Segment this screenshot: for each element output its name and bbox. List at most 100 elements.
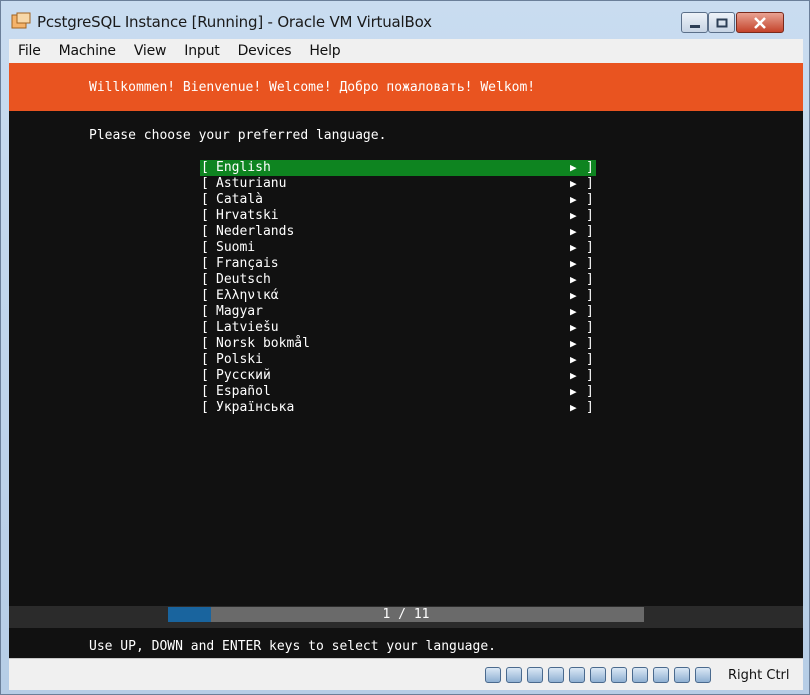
- language-option[interactable]: [ Latviešu ▶]: [200, 320, 596, 336]
- bracket-close: ]: [586, 288, 594, 303]
- language-name: Magyar: [216, 304, 263, 319]
- arrow-right-icon: ▶: [570, 289, 577, 302]
- menu-input[interactable]: Input: [175, 43, 228, 59]
- minimize-button[interactable]: [681, 12, 708, 33]
- close-icon: [754, 16, 766, 29]
- usb-icon[interactable]: [569, 667, 585, 683]
- menu-file[interactable]: File: [9, 43, 50, 59]
- language-name: Deutsch: [216, 272, 271, 287]
- hard-disk-icon[interactable]: [485, 667, 501, 683]
- bracket-close: ]: [586, 256, 594, 271]
- language-option[interactable]: [ Norsk bokmål ▶]: [200, 336, 596, 352]
- shared-folders-icon[interactable]: [590, 667, 606, 683]
- cpu-icon[interactable]: [653, 667, 669, 683]
- title-bar[interactable]: PcstgreSQL Instance [Running] - Oracle V…: [1, 1, 809, 39]
- installer-banner: Willkommen! Bienvenue! Welcome! Добро по…: [9, 63, 803, 111]
- language-list: [English ▶] [Asturianu ▶] [Català ▶] [Hrvatski…: [200, 160, 596, 416]
- menu-help[interactable]: Help: [300, 43, 349, 59]
- language-option[interactable]: [Asturianu ▶]: [200, 176, 596, 192]
- arrow-right-icon: ▶: [570, 353, 577, 366]
- page-indicator: 1 / 11: [382, 607, 430, 622]
- language-option[interactable]: [Nederlands ▶]: [200, 224, 596, 240]
- language-name: Nederlands: [216, 224, 295, 239]
- network-icon[interactable]: [548, 667, 564, 683]
- display-icon[interactable]: [611, 667, 627, 683]
- window-title: PcstgreSQL Instance [Running] - Oracle V…: [37, 13, 432, 31]
- minimize-icon: [689, 24, 700, 28]
- language-name: Latviešu: [216, 320, 279, 335]
- menu-bar: File Machine View Input Devices Help: [9, 39, 803, 63]
- arrow-right-icon: ▶: [570, 305, 577, 318]
- language-option[interactable]: [ Magyar ▶]: [200, 304, 596, 320]
- bracket-close: ]: [586, 320, 594, 335]
- language-name: Español: [216, 384, 271, 399]
- bracket-open: [: [201, 256, 209, 271]
- bracket-open: [: [201, 304, 209, 319]
- keyboard-capture-icon[interactable]: [695, 667, 711, 683]
- bracket-close: ]: [586, 352, 594, 367]
- close-button[interactable]: [736, 12, 784, 33]
- language-option[interactable]: [English ▶]: [200, 160, 596, 176]
- host-key-label: Right Ctrl: [728, 668, 790, 683]
- language-option[interactable]: [Deutsch ▶]: [200, 272, 596, 288]
- welcome-banner-text: Willkommen! Bienvenue! Welcome! Добро по…: [89, 80, 536, 95]
- bracket-open: [: [201, 384, 209, 399]
- bracket-open: [: [201, 208, 209, 223]
- bracket-close: ]: [586, 176, 594, 191]
- arrow-right-icon: ▶: [570, 369, 577, 382]
- bracket-open: [: [201, 192, 209, 207]
- language-name: Asturianu: [216, 176, 287, 191]
- language-option[interactable]: [Polski ▶]: [200, 352, 596, 368]
- status-bar: Right Ctrl: [9, 658, 803, 690]
- optical-drive-icon[interactable]: [506, 667, 522, 683]
- bracket-close: ]: [586, 160, 594, 175]
- menu-devices[interactable]: Devices: [229, 43, 301, 59]
- arrow-right-icon: ▶: [570, 257, 577, 270]
- language-name: Norsk bokmål: [216, 336, 310, 351]
- arrow-right-icon: ▶: [570, 241, 577, 254]
- bracket-close: ]: [586, 384, 594, 399]
- language-option[interactable]: [ Français ▶]: [200, 256, 596, 272]
- arrow-right-icon: ▶: [570, 321, 577, 334]
- arrow-right-icon: ▶: [570, 177, 577, 190]
- bracket-close: ]: [586, 336, 594, 351]
- language-option[interactable]: [ Ελληνικά ▶]: [200, 288, 596, 304]
- arrow-right-icon: ▶: [570, 161, 577, 174]
- video-capture-icon[interactable]: [632, 667, 648, 683]
- bracket-open: [: [201, 272, 209, 287]
- language-option[interactable]: [Català ▶]: [200, 192, 596, 208]
- language-name: Suomi: [216, 240, 256, 255]
- language-option[interactable]: [ Español ▶]: [200, 384, 596, 400]
- bracket-close: ]: [586, 208, 594, 223]
- language-name: Polski: [216, 352, 263, 367]
- bracket-close: ]: [586, 240, 594, 255]
- audio-icon[interactable]: [527, 667, 543, 683]
- bracket-close: ]: [586, 368, 594, 383]
- mouse-integration-icon[interactable]: [674, 667, 690, 683]
- language-option[interactable]: [ Suomi ▶]: [200, 240, 596, 256]
- language-name: Français: [216, 256, 279, 271]
- language-name: Ελληνικά: [216, 288, 279, 303]
- keyboard-hint: Use UP, DOWN and ENTER keys to select yo…: [89, 639, 496, 654]
- language-option[interactable]: [Hrvatski ▶]: [200, 208, 596, 224]
- bracket-close: ]: [586, 304, 594, 319]
- bracket-open: [: [201, 288, 209, 303]
- language-option[interactable]: [Українська ▶]: [200, 400, 596, 416]
- arrow-right-icon: ▶: [570, 385, 577, 398]
- arrow-right-icon: ▶: [570, 337, 577, 350]
- bracket-open: [: [201, 400, 209, 415]
- vm-display[interactable]: Willkommen! Bienvenue! Welcome! Добро по…: [9, 63, 803, 658]
- virtualbox-app-icon: [11, 12, 31, 29]
- virtualbox-window: PcstgreSQL Instance [Running] - Oracle V…: [0, 0, 810, 695]
- menu-machine[interactable]: Machine: [50, 43, 125, 59]
- bracket-open: [: [201, 240, 209, 255]
- arrow-right-icon: ▶: [570, 273, 577, 286]
- menu-view[interactable]: View: [125, 43, 175, 59]
- language-name: Русский: [216, 368, 271, 383]
- language-option[interactable]: [Русский ▶]: [200, 368, 596, 384]
- bracket-open: [: [201, 320, 209, 335]
- bracket-close: ]: [586, 192, 594, 207]
- bracket-open: [: [201, 336, 209, 351]
- language-name: Hrvatski: [216, 208, 279, 223]
- maximize-button[interactable]: [708, 12, 735, 33]
